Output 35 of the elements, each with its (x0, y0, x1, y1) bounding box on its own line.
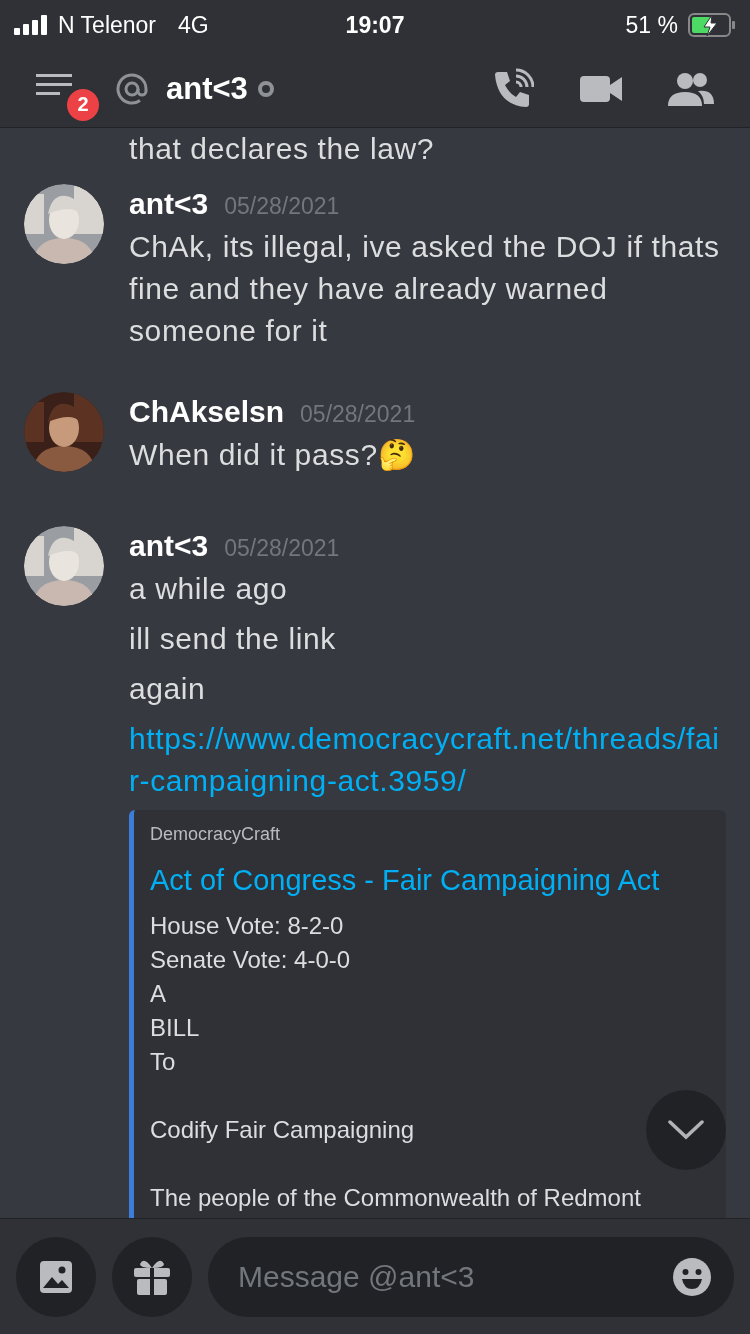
channel-title: ant<3 (166, 70, 248, 107)
message-text: ChAk, its illegal, ive asked the DOJ if thats fine and they have already warned someone for it (129, 229, 721, 349)
network-type: 4G (178, 11, 209, 39)
call-icon[interactable] (492, 67, 534, 110)
message-field[interactable]: Message @ant<3 (208, 1236, 734, 1317)
message-text: that declares the law? (129, 131, 435, 167)
embed-provider: DemocracyCraft (150, 824, 282, 845)
battery-icon (688, 13, 736, 37)
carrier-name: N Telenor (58, 11, 157, 39)
emoji-icon[interactable] (672, 1256, 712, 1297)
gift-icon (133, 1258, 171, 1295)
author-name[interactable]: ChAkselsn (129, 392, 285, 432)
message-text: When did it pass?🤔 (129, 437, 417, 473)
message-text: again (129, 671, 207, 707)
message-timestamp: 05/28/2021 (224, 534, 340, 563)
embed-title-link[interactable]: Act of Congress - Fair Campaigning Act (150, 861, 660, 899)
message-text: a while ago (129, 571, 289, 607)
clock-time: 19:07 (345, 11, 405, 39)
author-name[interactable]: ant<3 (129, 526, 209, 566)
message-text: ill send the link (129, 621, 337, 657)
image-icon (39, 1259, 73, 1294)
message-timestamp: 05/28/2021 (300, 400, 416, 429)
battery-percent: 51 % (625, 11, 678, 39)
author-name[interactable]: ant<3 (129, 184, 209, 224)
members-icon[interactable] (668, 71, 714, 106)
at-sign-icon (116, 72, 148, 105)
embed-description: The people of the Commonwealth of Redmont (150, 1183, 641, 1213)
embed-description: House Vote: 8-2-0 Senate Vote: 4-0-0 A BILL To (150, 911, 351, 1077)
message-link[interactable]: https://www.democracycraft.net/threads/fair-campaigning-act.3959/ (129, 718, 720, 802)
status-icon (255, 78, 276, 99)
message-timestamp: 05/28/2021 (224, 192, 340, 221)
chevron-down-icon (668, 1120, 704, 1140)
video-camera-icon[interactable] (580, 73, 622, 104)
signal-icon (14, 15, 48, 35)
embed-description: Codify Fair Campaigning (150, 1115, 415, 1145)
